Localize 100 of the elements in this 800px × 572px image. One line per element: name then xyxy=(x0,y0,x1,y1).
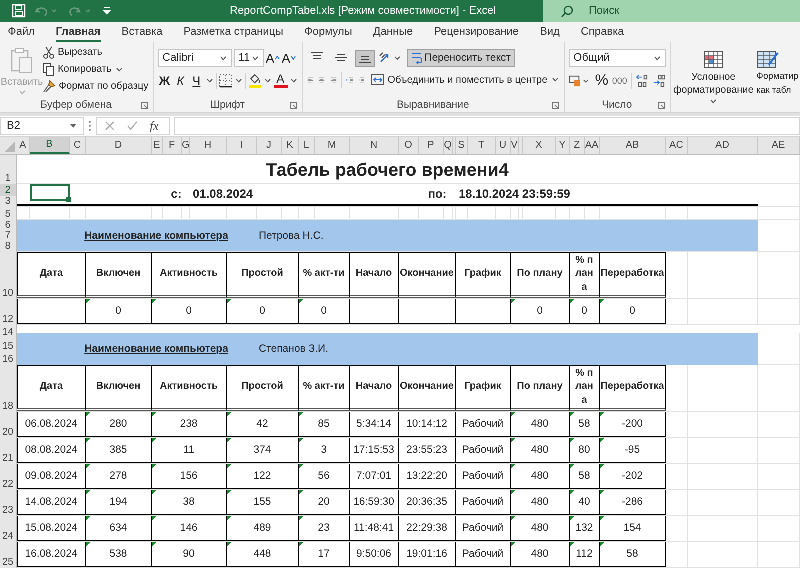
formula-input[interactable] xyxy=(174,117,800,135)
format-as-table-button[interactable]: Форматир как табл xyxy=(756,45,800,112)
shrink-font-button[interactable]: A xyxy=(282,50,296,66)
percent-button[interactable]: % xyxy=(594,72,609,89)
row-number[interactable]: 12 xyxy=(0,299,16,325)
name-box[interactable]: B2 xyxy=(0,117,84,135)
cancel-icon[interactable] xyxy=(105,121,115,131)
column-letter[interactable]: H xyxy=(190,137,227,154)
increase-decimal-icon[interactable] xyxy=(636,74,649,88)
align-bottom-icon[interactable] xyxy=(354,50,375,66)
column-letter[interactable]: L xyxy=(299,137,315,154)
row-number[interactable]: 14 xyxy=(0,325,16,338)
text-orientation-icon[interactable] xyxy=(378,51,403,65)
column-letter[interactable]: B xyxy=(30,137,70,154)
column-letter[interactable]: V xyxy=(511,137,519,154)
ribbon-tab[interactable]: Данные xyxy=(373,22,414,42)
number-format-dropdown[interactable]: Общий xyxy=(568,49,666,67)
wrap-text-button[interactable]: Переносить текст xyxy=(406,49,515,67)
column-letter[interactable]: AD xyxy=(688,137,758,154)
caret-icon[interactable] xyxy=(206,78,214,84)
column-letter[interactable]: J xyxy=(257,137,282,154)
column-letter[interactable]: T xyxy=(468,137,496,154)
row-number[interactable]: 22 xyxy=(0,464,16,490)
comma-style-button[interactable]: 000 xyxy=(612,72,627,89)
column-letter[interactable]: P xyxy=(419,137,444,154)
insert-function-button[interactable]: fx xyxy=(150,118,159,134)
font-color-button[interactable]: A xyxy=(274,73,288,88)
row-number[interactable]: 15 xyxy=(0,338,16,352)
dialog-launcher-icon[interactable] xyxy=(140,102,149,110)
copy-button[interactable]: Копировать xyxy=(43,62,149,77)
format-painter-button[interactable]: Формат по образцу xyxy=(43,79,149,94)
column-letter[interactable]: K xyxy=(282,137,299,154)
column-letter[interactable]: C xyxy=(70,137,86,154)
column-letter[interactable]: M xyxy=(315,137,350,154)
column-letter[interactable]: Y xyxy=(556,137,570,154)
cut-button[interactable]: Вырезать xyxy=(43,45,149,60)
search-field[interactable]: Поиск xyxy=(543,0,800,22)
row-number[interactable]: 23 xyxy=(0,490,16,516)
row-number[interactable]: 3 xyxy=(0,196,16,207)
column-letter[interactable]: Q xyxy=(444,137,453,154)
row-number[interactable]: 1 xyxy=(0,155,16,184)
column-letter[interactable]: I xyxy=(227,137,257,154)
row-number[interactable]: 6 xyxy=(0,220,16,231)
fill-color-icon[interactable] xyxy=(248,73,262,88)
ribbon-tab[interactable]: Справка xyxy=(580,22,624,42)
column-letter[interactable]: N xyxy=(350,137,399,154)
row-number[interactable]: 8 xyxy=(0,241,16,252)
dialog-launcher-icon[interactable] xyxy=(658,102,666,110)
column-letter[interactable]: Z xyxy=(570,137,585,154)
column-letter[interactable]: AB xyxy=(600,137,666,154)
customize-caret-icon[interactable] xyxy=(102,6,112,16)
column-letter[interactable]: G xyxy=(182,137,190,154)
row-number[interactable]: 24 xyxy=(0,516,16,542)
column-letter[interactable]: F xyxy=(163,137,182,154)
accounting-format-icon[interactable] xyxy=(568,74,591,88)
font-name-dropdown[interactable]: Calibri xyxy=(158,49,232,67)
row-number[interactable]: 20 xyxy=(0,412,16,438)
dialog-launcher-icon[interactable] xyxy=(552,102,560,110)
column-letter[interactable]: O xyxy=(399,137,419,154)
table-cell: 154 xyxy=(600,516,666,541)
ribbon-tab[interactable]: Вставка xyxy=(122,22,163,42)
conditional-formatting-button[interactable]: Условное форматирование xyxy=(672,45,755,112)
row-number[interactable]: 10 xyxy=(0,252,16,299)
row-number[interactable]: 18 xyxy=(0,365,16,412)
grow-font-button[interactable]: A xyxy=(266,50,280,66)
checkmark-icon[interactable] xyxy=(127,121,138,131)
underline-button[interactable]: Ч xyxy=(190,72,204,89)
italic-button[interactable]: К xyxy=(174,72,188,89)
column-letter[interactable]: AA xyxy=(585,137,600,154)
column-letter[interactable]: AE xyxy=(758,137,800,154)
row-number[interactable]: 16 xyxy=(0,352,16,365)
dialog-launcher-icon[interactable] xyxy=(290,102,298,110)
font-size-dropdown[interactable]: 11 xyxy=(234,49,264,67)
row-number[interactable]: 25 xyxy=(0,542,16,568)
save-icon[interactable] xyxy=(12,4,26,18)
row-number[interactable]: 7 xyxy=(0,230,16,242)
ribbon-tab[interactable]: Формулы xyxy=(304,22,352,42)
caret-icon[interactable] xyxy=(290,78,298,84)
column-letter[interactable]: AC xyxy=(666,137,688,154)
borders-icon[interactable] xyxy=(218,74,233,88)
ribbon-tab[interactable]: Рецензирование xyxy=(434,22,520,42)
bold-button[interactable]: Ж xyxy=(158,72,172,89)
caret-icon[interactable] xyxy=(264,78,272,84)
column-letter[interactable]: D xyxy=(86,137,152,154)
column-letter[interactable]: U xyxy=(496,137,511,154)
ribbon-tab[interactable]: Разметка страницы xyxy=(184,22,284,42)
row-number[interactable]: 5 xyxy=(0,207,16,220)
column-letter[interactable]: E xyxy=(152,137,163,154)
ribbon-tab[interactable]: Файл xyxy=(8,22,36,42)
column-letter[interactable]: S xyxy=(456,137,468,154)
row-number[interactable]: 2 xyxy=(0,184,16,196)
column-letter[interactable]: X xyxy=(523,137,556,154)
selected-cell[interactable] xyxy=(30,184,70,201)
merge-center-button[interactable]: Объединить и поместить в центре xyxy=(370,72,560,88)
caret-icon[interactable] xyxy=(234,78,243,84)
drag-handle-icon[interactable] xyxy=(88,120,92,132)
ribbon-tab[interactable]: Вид xyxy=(540,22,560,42)
decrease-decimal-icon[interactable] xyxy=(652,74,666,88)
row-number[interactable]: 21 xyxy=(0,438,16,464)
computer-label: Наименование компьютера xyxy=(84,343,228,355)
